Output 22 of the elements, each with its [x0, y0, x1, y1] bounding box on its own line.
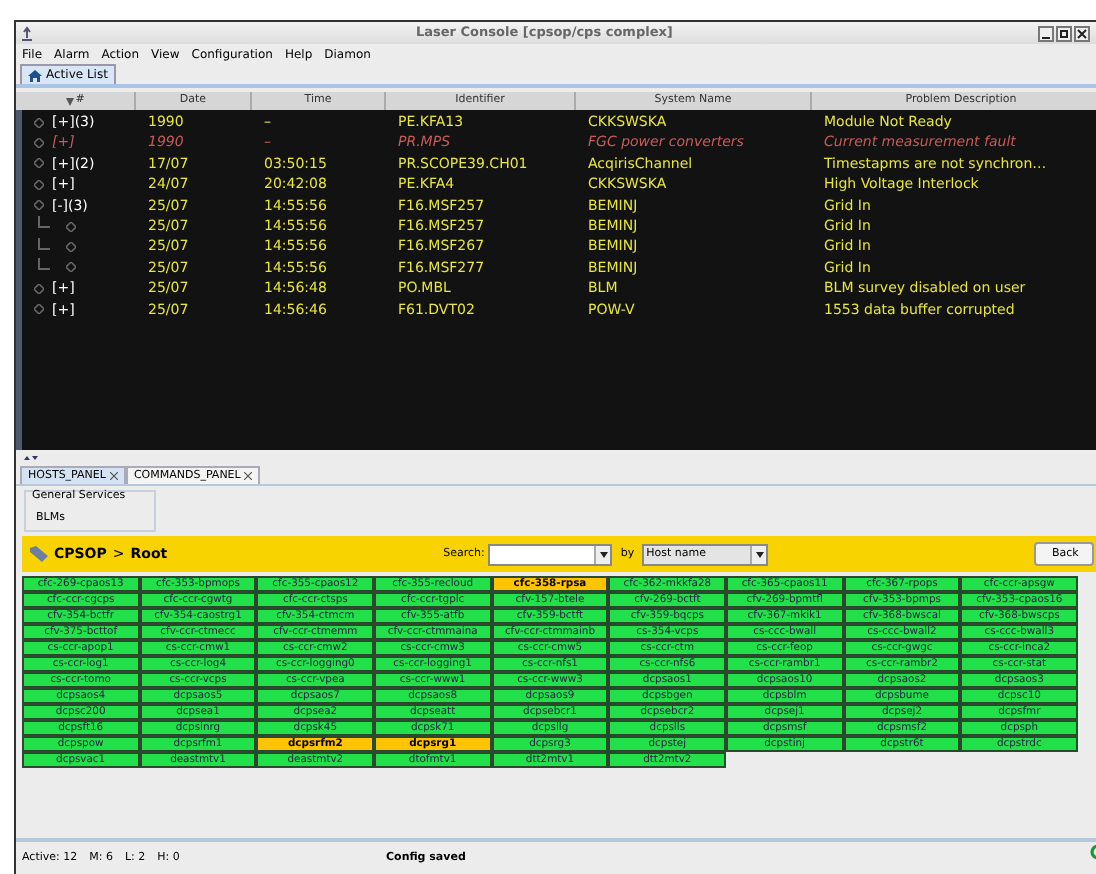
node-icon — [66, 221, 76, 232]
node-icon — [34, 138, 44, 149]
app-icon — [20, 25, 34, 41]
close-icon[interactable] — [1074, 25, 1090, 41]
sort-icon — [65, 97, 74, 105]
maximize-icon[interactable] — [1056, 25, 1072, 41]
node-icon — [66, 262, 76, 273]
node-icon — [34, 117, 44, 128]
tag-icon — [30, 546, 48, 562]
node-icon — [66, 242, 76, 253]
search-field[interactable] — [488, 543, 613, 565]
minimize-icon[interactable] — [1038, 25, 1054, 41]
dropdown-arrow-icon — [599, 551, 608, 557]
node-icon — [34, 158, 44, 169]
splitter-arrows-icon[interactable] — [24, 453, 38, 461]
close-icon[interactable] — [244, 472, 253, 480]
dropdown-arrow-icon — [755, 551, 764, 557]
home-icon — [28, 69, 42, 81]
node-icon — [34, 283, 44, 294]
node-icon — [34, 200, 44, 211]
node-icon — [34, 179, 44, 190]
node-icon — [34, 304, 44, 315]
